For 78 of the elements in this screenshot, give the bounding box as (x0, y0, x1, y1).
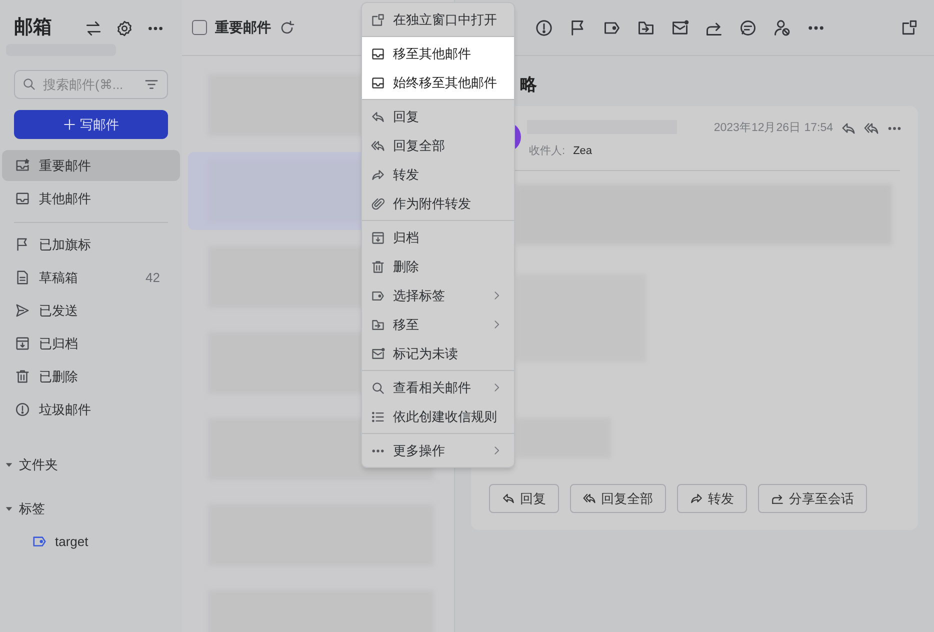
email-date: 2023年12月26日 17:54 (714, 120, 833, 136)
inbox-icon (371, 76, 385, 90)
refresh-icon[interactable] (279, 20, 295, 36)
menu-item[interactable]: 回复全部 (362, 131, 514, 160)
nav-item[interactable]: 草稿箱 42 (2, 262, 180, 293)
paperclip-icon (371, 196, 385, 210)
section-header[interactable]: 文件夹 (0, 448, 182, 481)
swap-arrows-icon[interactable] (85, 20, 102, 36)
settings-icon[interactable] (116, 20, 133, 36)
tag-icon (371, 288, 385, 302)
archive-box-icon (371, 230, 385, 244)
menu-item[interactable]: 依此创建收信规则 (362, 402, 514, 431)
reply-icon[interactable] (841, 121, 856, 136)
send-icon (15, 303, 30, 318)
folder-arrow-icon (371, 318, 385, 332)
nav-item[interactable]: 已归档 (2, 328, 180, 359)
menu-item[interactable]: 转发 (362, 160, 514, 189)
document-icon (15, 270, 30, 285)
list-title: 重要邮件 (215, 18, 271, 37)
alert-icon (15, 402, 30, 417)
trash-icon (371, 260, 385, 274)
forward-icon (371, 168, 385, 182)
trash-icon (15, 369, 30, 384)
flag-icon (15, 237, 30, 252)
menu-item[interactable]: 选择标签 (362, 281, 514, 310)
reply-all-icon[interactable] (864, 121, 879, 136)
nav-item[interactable]: 垃圾邮件 (2, 394, 180, 425)
menu-item[interactable]: 回复 (362, 102, 514, 131)
popout-window-icon[interactable] (901, 19, 918, 36)
action-button[interactable]: 分享至会话 (758, 484, 867, 513)
menu-item[interactable]: 在独立窗口中打开 (362, 5, 514, 34)
menu-item[interactable]: 作为附件转发 (362, 189, 514, 218)
nav-item[interactable]: 已发送 (2, 295, 180, 326)
share-arrow-icon (771, 492, 784, 505)
chat-bubble-icon[interactable] (739, 18, 757, 36)
forward-icon (690, 492, 703, 505)
menu-item[interactable]: 删除 (362, 252, 514, 281)
user-block-icon[interactable] (773, 18, 791, 36)
recipient-name: Zea (573, 144, 592, 159)
section-header[interactable]: 标签 (0, 492, 182, 525)
item-count: 42 (146, 268, 160, 287)
search-icon (22, 77, 36, 91)
reply-icon (502, 492, 515, 505)
nav-item[interactable]: 其他邮件 (2, 183, 180, 214)
inbox-icon (15, 191, 30, 206)
alert-icon[interactable] (535, 18, 553, 36)
list-icon (371, 410, 385, 424)
plus-icon (63, 118, 76, 131)
menu-item[interactable]: 归档 (362, 223, 514, 252)
folder-arrow-icon[interactable] (637, 18, 655, 36)
envelope-dot-icon (371, 346, 385, 360)
nav-item[interactable]: 已加旗标 (2, 229, 180, 260)
menu-item[interactable]: 标记为未读 (362, 339, 514, 368)
inbox-icon (371, 46, 385, 60)
menu-item[interactable]: 更多操作 (362, 436, 514, 465)
reply-icon (371, 110, 385, 124)
compose-button[interactable]: 写邮件 (14, 110, 168, 139)
nav-item[interactable]: 重要邮件 (2, 150, 180, 181)
menu-item[interactable]: 移至 (362, 310, 514, 339)
label-item[interactable]: target (0, 525, 182, 558)
email-subject: 略 (520, 75, 537, 94)
select-all-checkbox[interactable] (192, 20, 207, 35)
menu-item[interactable]: 查看相关邮件 (362, 373, 514, 402)
filter-icon[interactable] (144, 77, 159, 92)
action-button[interactable]: 回复 (489, 484, 559, 513)
reply-all-icon (583, 492, 596, 505)
nav-item[interactable]: 已删除 (2, 361, 180, 392)
reply-all-icon (371, 138, 385, 152)
recipient-label: 收件人: (529, 144, 566, 159)
inbox-star-icon (15, 158, 30, 173)
sidebar-title: 邮箱 (14, 16, 52, 40)
search-field[interactable]: 搜索邮件(⌘... (14, 70, 168, 99)
archive-box-icon (15, 336, 30, 351)
popout-window-icon (371, 12, 385, 26)
search-icon (371, 380, 385, 394)
envelope-dot-icon[interactable] (671, 18, 689, 36)
action-button[interactable]: 转发 (677, 484, 747, 513)
action-button[interactable]: 回复全部 (570, 484, 666, 513)
